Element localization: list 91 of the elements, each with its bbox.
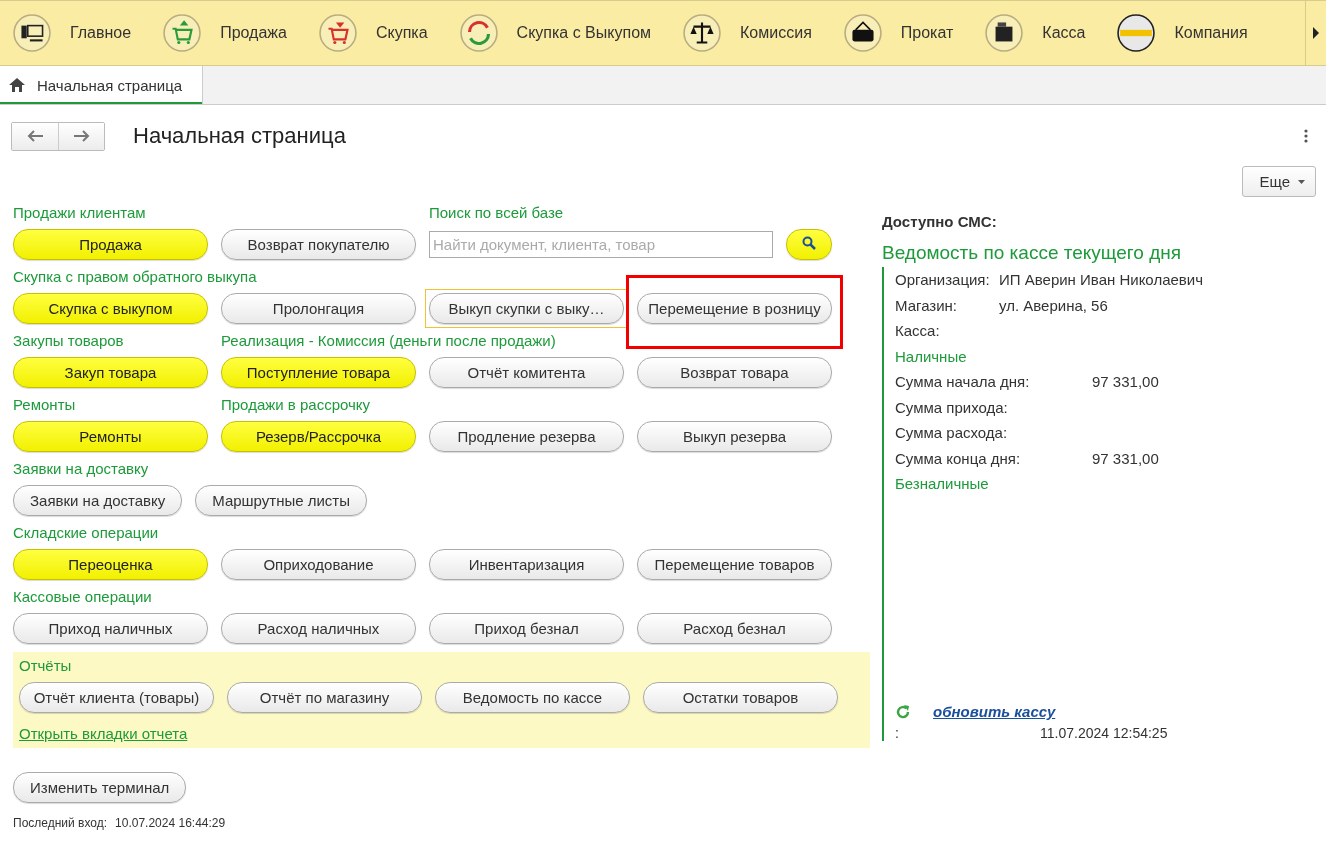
section-title: Безналичные xyxy=(895,474,990,495)
action-button[interactable]: Переоценка xyxy=(13,549,208,580)
panel-title: Ведомость по кассе текущего дня xyxy=(882,242,1183,264)
field-label: Сумма конца дня: xyxy=(895,449,1022,467)
action-button[interactable]: Закуп товара xyxy=(13,357,208,388)
updated-time: 11.07.2024 12:54:25 xyxy=(1040,725,1168,741)
search-field[interactable]: Найти документ, клиента, товар xyxy=(429,231,774,258)
change-terminal-button[interactable]: Изменить терминал xyxy=(13,772,187,803)
group-title: Кассовые операции xyxy=(13,588,153,607)
action-button[interactable]: Отчёт комитента xyxy=(429,357,624,388)
group-title: Закупы товаров xyxy=(13,332,125,351)
action-button[interactable]: Расход безнал xyxy=(637,613,832,644)
field-value: ул. Аверина, 56 xyxy=(999,296,1108,314)
action-button[interactable]: Оприходование xyxy=(221,549,416,580)
action-button[interactable]: Скупка с выкупом xyxy=(13,293,208,324)
group-title: Реализация - Комиссия (деньги после продажи) xyxy=(221,332,557,351)
field-label: Касса: xyxy=(895,322,941,340)
computer-icon xyxy=(13,14,51,52)
amount-value: 97 331,00 xyxy=(1092,373,1159,391)
arrow-left-icon xyxy=(27,130,43,142)
report-button[interactable]: Ведомость по кассе xyxy=(435,682,630,713)
back-button[interactable] xyxy=(12,122,58,150)
section-link[interactable]: Скупка xyxy=(318,14,428,52)
section-link[interactable]: Комиссия xyxy=(683,14,812,52)
field-value: ИП Аверин Иван Николаевич xyxy=(999,271,1203,289)
action-button[interactable]: Возврат товара xyxy=(637,357,832,388)
scales-icon xyxy=(683,14,722,52)
last-login-time: 10.07.2024 16:44:29 xyxy=(115,816,226,830)
arrow-right-icon xyxy=(1313,27,1319,39)
sms-label: Доступно СМС: xyxy=(882,213,998,230)
action-button[interactable]: Ремонты xyxy=(13,421,208,452)
forward-button[interactable] xyxy=(58,122,104,150)
caret-icon xyxy=(1298,179,1305,184)
group-title: Отчёты xyxy=(19,657,73,676)
action-button[interactable]: Возврат покупателю xyxy=(221,229,416,260)
refresh-cash-link[interactable]: обновить кассу xyxy=(933,703,1056,720)
section-link[interactable]: Компания xyxy=(1117,14,1248,52)
group-title: Скупка с правом обратного выкупа xyxy=(13,268,258,287)
group-title: Заявки на доставку xyxy=(13,460,150,479)
action-button[interactable]: Поступление товара xyxy=(221,357,416,388)
group-title: Складские операции xyxy=(13,524,160,543)
section-link[interactable]: Продажа xyxy=(163,14,287,52)
page-tab[interactable]: Начальная страница xyxy=(0,66,204,104)
section-link[interactable]: Скупка с Выкупом xyxy=(459,14,652,52)
logo-icon xyxy=(1117,14,1156,52)
more-dropdown-button[interactable]: Еще xyxy=(1242,166,1316,197)
action-button[interactable]: Приход наличных xyxy=(13,613,208,644)
field-label: Магазин: xyxy=(895,296,959,314)
rent-sign-icon xyxy=(843,14,882,52)
page-title: Начальная страница xyxy=(133,123,346,149)
search-button[interactable] xyxy=(786,229,832,260)
action-button[interactable]: Выкуп резерва xyxy=(637,421,832,452)
cash-register-icon xyxy=(985,14,1024,52)
field-label: Сумма прихода: xyxy=(895,398,1009,416)
arrow-right-icon xyxy=(73,130,90,142)
action-button[interactable]: Перемещение товаров xyxy=(637,549,832,580)
action-button[interactable]: Маршрутные листы xyxy=(195,485,368,516)
group-title: Продажи в рассрочку xyxy=(221,396,372,415)
group-title: Продажи клиентам xyxy=(13,204,147,223)
group-title: Поиск по всей базе xyxy=(429,204,565,223)
action-button[interactable]: Выкуп скупки с выку… xyxy=(429,293,624,324)
cart-icon xyxy=(163,14,202,52)
action-button[interactable]: Продление резерва xyxy=(429,421,624,452)
field-label: Сумма расхода: xyxy=(895,424,1009,442)
search-icon xyxy=(802,236,817,250)
report-button[interactable]: Отчёт по магазину xyxy=(227,682,422,713)
more-menu-icon[interactable] xyxy=(1304,129,1308,143)
refresh-icon[interactable] xyxy=(895,703,911,720)
action-button[interactable]: Пролонгация xyxy=(221,293,416,324)
report-button[interactable]: Отчёт клиента (товары) xyxy=(19,682,214,713)
group-title: Ремонты xyxy=(13,396,77,415)
home-icon xyxy=(9,78,25,92)
action-button[interactable]: Перемещение в розницу xyxy=(637,293,832,324)
cart-icon xyxy=(318,14,357,52)
field-label: Сумма начала дня: xyxy=(895,373,1031,391)
action-button[interactable]: Продажа xyxy=(13,229,208,260)
action-button[interactable]: Заявки на доставку xyxy=(13,485,183,516)
last-login-label: Последний вход: xyxy=(13,816,108,830)
action-button[interactable]: Приход безнал xyxy=(429,613,624,644)
updated-label: : xyxy=(895,725,900,741)
amount-value: 97 331,00 xyxy=(1092,449,1159,467)
action-button[interactable]: Расход наличных xyxy=(221,613,416,644)
action-button[interactable]: Инвентаризация xyxy=(429,549,624,580)
action-button[interactable]: Резерв/Рассрочка xyxy=(221,421,416,452)
report-button[interactable]: Остатки товаров xyxy=(643,682,838,713)
section-link[interactable]: Прокат xyxy=(843,14,954,52)
section-link[interactable]: Касса xyxy=(985,14,1086,52)
section-link[interactable]: Главное xyxy=(13,14,132,52)
section-title: Наличные xyxy=(895,346,968,367)
cycle-arrows-icon xyxy=(459,14,498,52)
field-label: Организация: xyxy=(895,271,991,289)
